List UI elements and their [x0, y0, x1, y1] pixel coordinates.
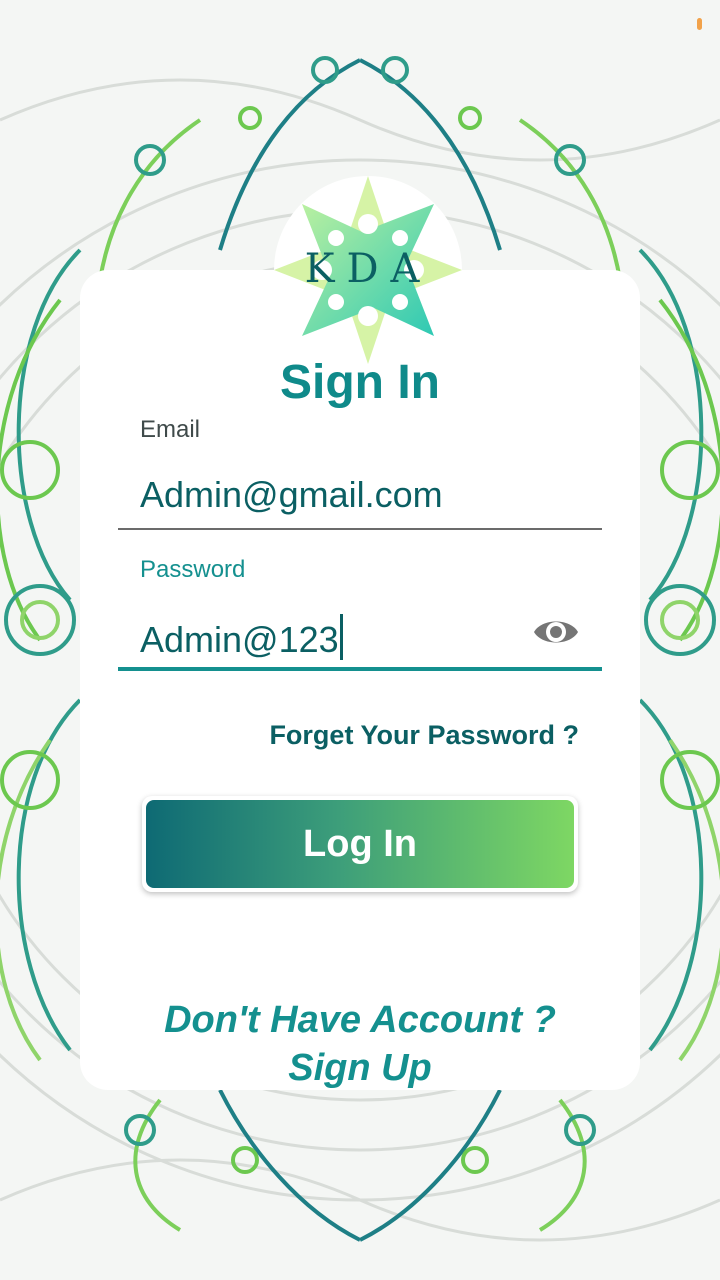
- login-button-label: Log In: [146, 800, 574, 888]
- email-underline: [118, 528, 602, 530]
- no-account-text: Don't Have Account ?: [164, 999, 556, 1041]
- kda-logo: KDA: [274, 176, 462, 364]
- signup-prompt[interactable]: Don't Have Account ? Sign Up: [80, 996, 640, 1092]
- password-text: Admin@123: [140, 619, 339, 660]
- page-title: Sign In: [280, 356, 440, 409]
- signup-link[interactable]: Sign Up: [80, 1044, 640, 1092]
- forgot-password-link[interactable]: Forget Your Password ?: [269, 720, 579, 751]
- logo-text: KDA: [305, 246, 432, 292]
- battery-indicator: [697, 18, 702, 30]
- email-field[interactable]: Admin@gmail.com: [140, 474, 443, 516]
- login-button[interactable]: Log In: [142, 796, 578, 892]
- status-bar: [0, 0, 720, 48]
- password-underline: [118, 667, 602, 671]
- email-label: Email: [140, 416, 201, 443]
- eye-icon[interactable]: [532, 612, 580, 652]
- password-label: Password: [140, 556, 246, 583]
- text-caret: [339, 614, 343, 660]
- password-field[interactable]: Admin@123: [140, 614, 343, 661]
